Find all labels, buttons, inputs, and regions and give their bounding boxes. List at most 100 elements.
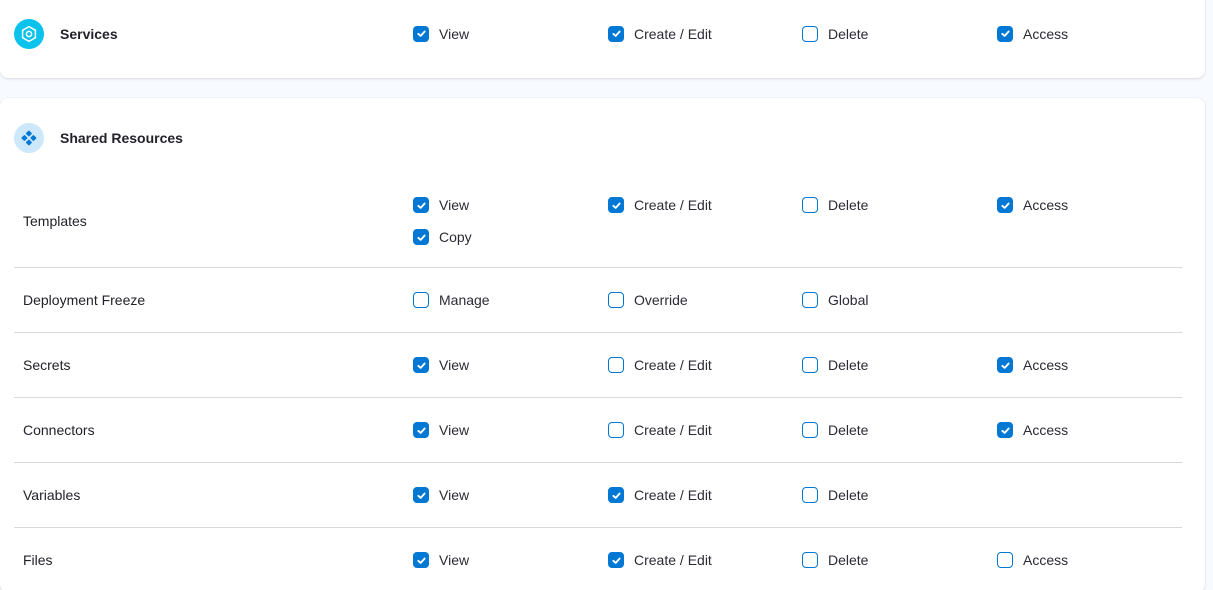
- checkbox-create-edit[interactable]: Create / Edit: [608, 483, 712, 507]
- checkbox-copy[interactable]: Copy: [413, 225, 472, 249]
- hexagon-nut-icon: [20, 25, 38, 43]
- check-icon: [611, 490, 622, 501]
- permission-row-deployment-freeze: Deployment Freeze Manage Override Global: [0, 268, 1205, 332]
- checkbox-icon[interactable]: [413, 357, 429, 373]
- checkbox-access[interactable]: Access: [997, 193, 1068, 217]
- checkbox-icon[interactable]: [413, 26, 429, 42]
- checkbox-label: Delete: [828, 26, 868, 42]
- checkbox-label: Access: [1023, 357, 1068, 373]
- checkbox-icon[interactable]: [802, 357, 818, 373]
- check-icon: [416, 555, 427, 566]
- checkbox-icon[interactable]: [802, 26, 818, 42]
- checkbox-label: Copy: [439, 229, 472, 245]
- shared-resources-header: Shared Resources: [0, 98, 1205, 153]
- checkbox-icon[interactable]: [608, 197, 624, 213]
- checkbox-delete[interactable]: Delete: [802, 193, 868, 217]
- checkbox-label: Manage: [439, 292, 490, 308]
- checkbox-access[interactable]: Access: [997, 548, 1068, 572]
- check-icon: [1000, 425, 1011, 436]
- shared-resources-card: Shared Resources Templates View Copy Cre…: [0, 98, 1205, 590]
- checkbox-label: Override: [634, 292, 688, 308]
- checkbox-icon[interactable]: [608, 422, 624, 438]
- checkbox-label: Delete: [828, 357, 868, 373]
- checkbox-icon[interactable]: [608, 292, 624, 308]
- checkbox-icon[interactable]: [413, 292, 429, 308]
- checkbox-delete[interactable]: Delete: [802, 418, 868, 442]
- checkbox-label: Delete: [828, 552, 868, 568]
- permission-row-connectors: Connectors View Create / Edit Delete Acc…: [0, 398, 1205, 462]
- checkbox-label: Access: [1023, 422, 1068, 438]
- check-icon: [1000, 360, 1011, 371]
- checkbox-access[interactable]: Access: [997, 22, 1068, 46]
- checkbox-label: Create / Edit: [634, 552, 712, 568]
- checkbox-label: View: [439, 357, 469, 373]
- checkbox-icon[interactable]: [802, 552, 818, 568]
- checkbox-delete[interactable]: Delete: [802, 548, 868, 572]
- checkbox-manage[interactable]: Manage: [413, 288, 490, 312]
- permission-row-templates: Templates View Copy Create / Edit Delete: [0, 153, 1205, 267]
- checkbox-access[interactable]: Access: [997, 418, 1068, 442]
- row-label: Secrets: [23, 357, 413, 373]
- checkbox-icon[interactable]: [997, 552, 1013, 568]
- checkbox-icon[interactable]: [608, 357, 624, 373]
- checkbox-override[interactable]: Override: [608, 288, 688, 312]
- checkbox-icon[interactable]: [802, 487, 818, 503]
- checkbox-icon[interactable]: [608, 552, 624, 568]
- checkbox-delete[interactable]: Delete: [802, 353, 868, 377]
- permission-row-files: Files View Create / Edit Delete Access: [0, 528, 1205, 590]
- services-header-row: Services View Create / Edit Delete Acces…: [0, 0, 1205, 67]
- checkbox-view[interactable]: View: [413, 353, 469, 377]
- checkbox-create-edit[interactable]: Create / Edit: [608, 548, 712, 572]
- section-title-services: Services: [60, 26, 118, 42]
- checkbox-icon[interactable]: [997, 357, 1013, 373]
- checkbox-delete[interactable]: Delete: [802, 22, 868, 46]
- checkbox-icon[interactable]: [413, 197, 429, 213]
- row-label: Connectors: [23, 422, 413, 438]
- permission-row-secrets: Secrets View Create / Edit Delete Access: [0, 333, 1205, 397]
- checkbox-label: Create / Edit: [634, 487, 712, 503]
- checkbox-label: Create / Edit: [634, 197, 712, 213]
- checkbox-label: Create / Edit: [634, 357, 712, 373]
- checkbox-delete[interactable]: Delete: [802, 483, 868, 507]
- checkbox-view[interactable]: View: [413, 418, 469, 442]
- checkbox-create-edit[interactable]: Create / Edit: [608, 22, 712, 46]
- checkbox-icon[interactable]: [997, 422, 1013, 438]
- checkbox-view[interactable]: View: [413, 193, 469, 217]
- checkbox-create-edit[interactable]: Create / Edit: [608, 193, 712, 217]
- checkbox-label: View: [439, 197, 469, 213]
- check-icon: [611, 200, 622, 211]
- checkbox-icon[interactable]: [608, 26, 624, 42]
- check-icon: [416, 28, 427, 39]
- checkbox-label: Delete: [828, 487, 868, 503]
- check-icon: [1000, 200, 1011, 211]
- checkbox-global[interactable]: Global: [802, 288, 868, 312]
- services-icon: [14, 19, 44, 49]
- checkbox-icon[interactable]: [802, 422, 818, 438]
- checkbox-icon[interactable]: [997, 197, 1013, 213]
- checkbox-create-edit[interactable]: Create / Edit: [608, 418, 712, 442]
- checkbox-label: Create / Edit: [634, 422, 712, 438]
- checkbox-label: View: [439, 422, 469, 438]
- checkbox-view[interactable]: View: [413, 22, 469, 46]
- row-label: Files: [23, 552, 413, 568]
- checkbox-icon[interactable]: [997, 26, 1013, 42]
- checkbox-icon[interactable]: [608, 487, 624, 503]
- checkbox-label: View: [439, 487, 469, 503]
- check-icon: [1000, 28, 1011, 39]
- checkbox-icon[interactable]: [413, 422, 429, 438]
- checkbox-icon[interactable]: [802, 292, 818, 308]
- checkbox-label: View: [439, 552, 469, 568]
- checkbox-icon[interactable]: [413, 487, 429, 503]
- checkbox-icon[interactable]: [413, 229, 429, 245]
- check-icon: [416, 200, 427, 211]
- services-card: Services View Create / Edit Delete Acces…: [0, 0, 1205, 78]
- checkbox-icon[interactable]: [413, 552, 429, 568]
- checkbox-icon[interactable]: [802, 197, 818, 213]
- checkbox-view[interactable]: View: [413, 548, 469, 572]
- checkbox-create-edit[interactable]: Create / Edit: [608, 353, 712, 377]
- checkbox-label: Access: [1023, 26, 1068, 42]
- checkbox-label: Delete: [828, 197, 868, 213]
- checkbox-access[interactable]: Access: [997, 353, 1068, 377]
- checkbox-label: Delete: [828, 422, 868, 438]
- checkbox-view[interactable]: View: [413, 483, 469, 507]
